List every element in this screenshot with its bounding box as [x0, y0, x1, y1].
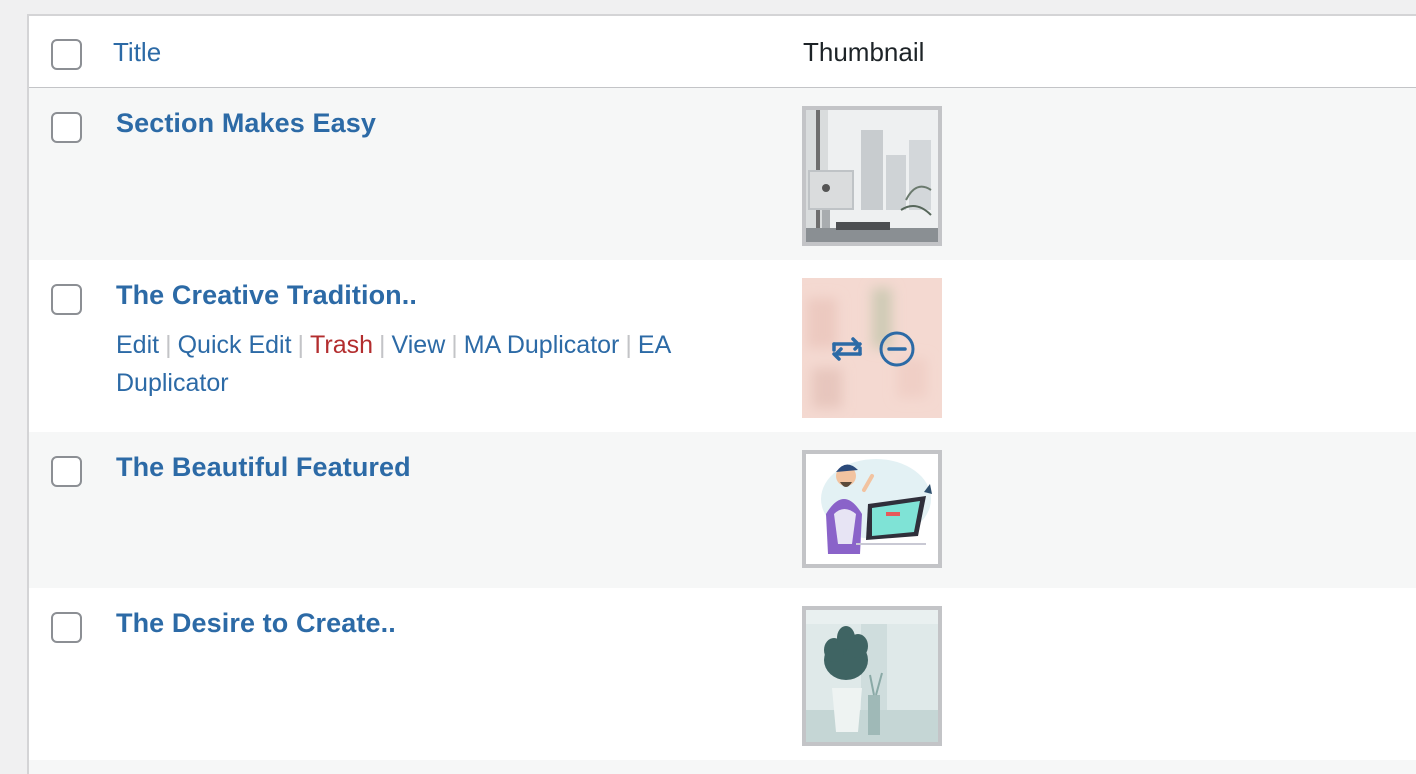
thumbnail-office-photo[interactable] — [802, 106, 942, 246]
separator: | — [379, 331, 386, 359]
select-all-checkbox[interactable] — [51, 39, 82, 70]
edit-link[interactable]: Edit — [116, 331, 159, 359]
table-header: Title Thumbnail — [29, 16, 1416, 88]
post-title-link[interactable]: The Beautiful Featured — [116, 452, 411, 483]
separator: | — [451, 331, 458, 359]
table-row: The Beautiful Featured — [29, 432, 1416, 588]
swap-icon[interactable] — [830, 334, 864, 369]
post-title-link[interactable]: Section Makes Easy — [116, 108, 376, 139]
row-actions: Edit | Quick Edit | Trash | View | MA Duplicator… — [116, 326, 756, 402]
separator: | — [625, 331, 632, 359]
row-checkbox[interactable] — [51, 112, 82, 143]
separator: | — [165, 331, 172, 359]
thumbnail-hover-state[interactable] — [802, 278, 942, 418]
table-row — [29, 760, 1416, 774]
office-desk-image — [806, 110, 938, 242]
thumbnail-column-header: Thumbnail — [803, 37, 925, 67]
ma-duplicator-link[interactable]: MA Duplicator — [464, 331, 620, 359]
row-checkbox[interactable] — [51, 456, 82, 487]
title-column-header[interactable]: Title — [113, 37, 161, 68]
posts-table: Title Thumbnail Section Makes Easy The C… — [27, 14, 1416, 774]
thumbnail-illustration[interactable] — [802, 450, 942, 568]
post-title-link[interactable]: The Desire to Create.. — [116, 608, 396, 639]
potted-plant-image — [806, 610, 938, 742]
quick-edit-link[interactable]: Quick Edit — [178, 331, 292, 359]
view-link[interactable]: View — [392, 331, 446, 359]
row-checkbox[interactable] — [51, 612, 82, 643]
table-row: The Desire to Create.. — [29, 588, 1416, 760]
separator: | — [297, 331, 305, 359]
table-row: The Creative Tradition.. Edit | Quick Edit… — [29, 260, 1416, 432]
row-checkbox[interactable] — [51, 284, 82, 315]
trash-link[interactable]: Trash — [310, 331, 373, 359]
thumbnail-actions — [830, 330, 916, 373]
thumbnail-plant-photo[interactable] — [802, 606, 942, 746]
post-title-link[interactable]: The Creative Tradition.. — [116, 280, 417, 311]
remove-icon[interactable] — [878, 330, 916, 373]
table-row: Section Makes Easy — [29, 88, 1416, 260]
man-at-computer-image — [806, 454, 938, 564]
